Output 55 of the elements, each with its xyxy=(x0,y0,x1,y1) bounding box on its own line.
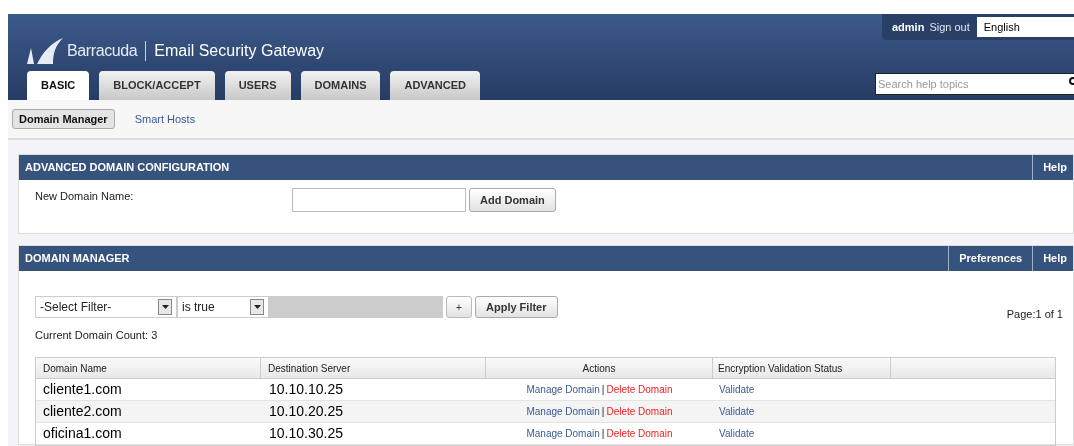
user-name: admin xyxy=(892,19,925,35)
server-cell-text: 10.10.20.25 xyxy=(268,402,344,421)
domain-count: Current Domain Count: 3 xyxy=(35,327,159,343)
nav-tab[interactable]: USERS xyxy=(224,71,291,100)
brand-name: Barracuda xyxy=(67,41,138,61)
nav-tab[interactable]: ADVANCED xyxy=(390,71,480,100)
filter-select[interactable]: -Select Filter- xyxy=(35,296,177,319)
condition-select[interactable]: is true xyxy=(177,296,269,319)
logo-icon xyxy=(27,38,63,64)
domain-cell-text: oficina1.com xyxy=(42,424,123,443)
help-link[interactable]: Help xyxy=(1032,246,1073,271)
dropdown-button[interactable] xyxy=(250,299,264,316)
manage-domain-link[interactable]: Manage Domain xyxy=(526,404,600,419)
nav-tab[interactable]: BLOCK/ACCEPT xyxy=(99,71,215,100)
column-header: Destination Server xyxy=(261,358,486,378)
column-header: Domain Name xyxy=(36,358,261,378)
preferences-link[interactable]: Preferences xyxy=(948,246,1033,271)
search-field[interactable]: Search help topics xyxy=(875,73,1074,95)
nav-tab[interactable]: DOMAINS xyxy=(300,71,381,100)
link-separator: | xyxy=(601,383,605,397)
domain-name-input[interactable] xyxy=(292,188,466,212)
server-cell-text: 10.10.10.25 xyxy=(268,380,344,399)
filter-value-input[interactable] xyxy=(269,296,443,319)
link-separator: | xyxy=(601,427,605,441)
delete-domain-link[interactable]: Delete Domain xyxy=(606,426,673,441)
server-cell-text: 10.10.30.25 xyxy=(268,424,344,443)
sub-tab[interactable]: Smart Hosts xyxy=(128,109,202,129)
validate-link[interactable]: Validate xyxy=(719,426,755,441)
caret-icon xyxy=(161,305,169,310)
add-domain-button[interactable]: Add Domain xyxy=(469,188,556,212)
dropdown-button[interactable] xyxy=(158,299,172,316)
column-header: Actions xyxy=(486,358,713,378)
nav-tab[interactable]: BASIC xyxy=(27,71,90,100)
delete-domain-link[interactable]: Delete Domain xyxy=(606,382,673,397)
panel-title: ADVANCED DOMAIN CONFIGURATION xyxy=(24,160,230,176)
domain-cell-text: cliente2.com xyxy=(42,402,123,421)
language-select[interactable]: English xyxy=(976,17,1074,37)
help-link[interactable]: Help xyxy=(1032,155,1073,180)
column-header: Encryption Validation Status xyxy=(713,358,891,378)
sign-out-link[interactable]: Sign out xyxy=(929,18,970,36)
add-filter-button[interactable]: + xyxy=(446,296,472,319)
page-indicator: Page:1 of 1 xyxy=(1006,307,1063,322)
sub-tab[interactable]: Domain Manager xyxy=(12,109,115,129)
manage-domain-link[interactable]: Manage Domain xyxy=(526,382,600,397)
delete-domain-link[interactable]: Delete Domain xyxy=(606,404,673,419)
product-name: Email Security Gateway xyxy=(154,41,325,61)
validate-link[interactable]: Validate xyxy=(719,382,755,397)
manage-domain-link[interactable]: Manage Domain xyxy=(526,426,600,441)
validate-link[interactable]: Validate xyxy=(719,404,755,419)
link-separator: | xyxy=(601,405,605,419)
caret-icon xyxy=(253,305,261,310)
panel-title: DOMAIN MANAGER xyxy=(24,251,130,267)
apply-filter-button[interactable]: Apply Filter xyxy=(475,296,558,319)
field-label: New Domain Name: xyxy=(35,189,135,204)
domain-cell-text: cliente1.com xyxy=(42,380,123,399)
